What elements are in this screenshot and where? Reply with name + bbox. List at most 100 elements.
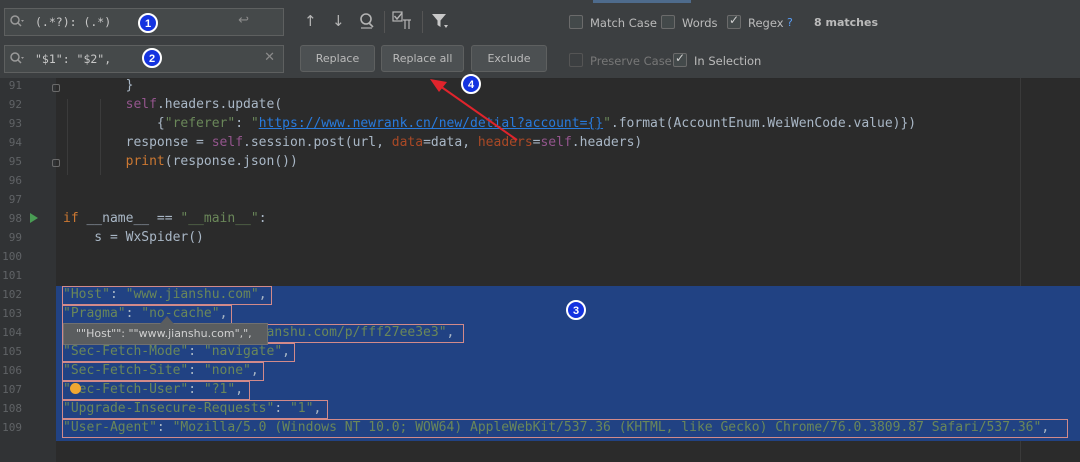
arrow-up-icon[interactable]: ↑ <box>304 13 317 29</box>
code-token: .session.post(url, <box>243 135 392 150</box>
line-number: 94 <box>8 136 22 149</box>
code-token: s = WxSpider() <box>63 230 204 245</box>
toolbar-separator <box>384 11 385 33</box>
replace-button[interactable]: Replace <box>300 45 375 72</box>
code-line[interactable]: 93 {"referer": "https://www.newrank.cn/n… <box>0 114 1080 133</box>
search-input[interactable]: (.*?): (.*) <box>35 15 111 29</box>
in-selection-label[interactable]: In Selection <box>694 54 761 68</box>
line-number: 104 <box>2 326 22 339</box>
clear-icon[interactable]: ✕ <box>264 50 275 65</box>
magnifier-history-icon[interactable] <box>9 14 25 30</box>
code-token: response = <box>63 135 212 150</box>
code-token: } <box>63 78 134 93</box>
code-token: self <box>211 135 244 150</box>
code-line[interactable]: 96 <box>0 171 1080 190</box>
line-number: 96 <box>8 174 22 187</box>
code-token: .format(AccountEnum.WeiWenCode.value)}) <box>610 116 917 131</box>
badge-3: 3 <box>566 300 586 320</box>
code-line[interactable]: 92 self.headers.update( <box>0 95 1080 114</box>
line-number: 98 <box>8 212 22 225</box>
match-box <box>62 362 264 381</box>
code-line[interactable]: 99 s = WxSpider() <box>0 228 1080 247</box>
code-token: print <box>125 154 165 169</box>
code-token: " <box>603 116 611 131</box>
find-all-icon[interactable] <box>358 12 376 30</box>
code-token: : <box>235 116 251 131</box>
code-token: data <box>391 135 424 150</box>
code-token: "__main__" <box>180 211 259 226</box>
line-number: 107 <box>2 383 22 396</box>
line-number: 101 <box>2 269 22 282</box>
code-line[interactable]: 94 response = self.session.post(url, dat… <box>0 133 1080 152</box>
match-case-label[interactable]: Match Case <box>590 16 657 30</box>
preserve-case-label[interactable]: Preserve Case <box>590 54 672 68</box>
code-text: if __name__ == "__main__": <box>63 209 267 228</box>
line-number: 105 <box>2 345 22 358</box>
select-occurrences-icon[interactable] <box>392 11 414 31</box>
preserve-case-checkbox[interactable] <box>569 53 583 67</box>
code-token: self <box>125 97 157 112</box>
regex-help-link[interactable]: ? <box>787 16 793 29</box>
code-line[interactable]: 100 <box>0 247 1080 266</box>
line-number: 91 <box>8 79 22 92</box>
tooltip-pointer <box>160 316 174 324</box>
replacement-preview-tooltip: ""Host"": ""www.jianshu.com",", <box>63 323 268 345</box>
badge-2: 2 <box>142 48 162 68</box>
code-token: =data, <box>423 135 478 150</box>
toolbar-separator <box>422 11 423 33</box>
newline-icon[interactable]: ↩ <box>238 13 249 28</box>
exclude-button[interactable]: Exclude <box>471 45 547 72</box>
line-number: 93 <box>8 117 22 130</box>
regex-label[interactable]: Regex <box>748 16 784 30</box>
code-line[interactable]: 97 <box>0 190 1080 209</box>
line-number: 99 <box>8 231 22 244</box>
code-token: { <box>63 116 165 131</box>
in-selection-checkbox[interactable] <box>673 51 687 67</box>
replace-all-button[interactable]: Replace all <box>381 45 464 72</box>
code-text: s = WxSpider() <box>63 228 204 247</box>
code-token: headers <box>477 135 533 150</box>
line-number: 103 <box>2 307 22 320</box>
code-token: .headers.update( <box>156 97 283 112</box>
words-label[interactable]: Words <box>682 16 718 30</box>
badge-4: 4 <box>461 74 481 94</box>
code-text: print(response.json()) <box>63 152 298 171</box>
code-token: self <box>540 135 572 150</box>
line-number: 95 <box>8 155 22 168</box>
replace-input[interactable]: "$1": "$2", <box>35 52 111 66</box>
code-line[interactable]: 98 if __name__ == "__main__": <box>0 209 1080 228</box>
code-text: {"referer": "https://www.newrank.cn/new/… <box>63 114 916 133</box>
code-text: } <box>63 76 134 95</box>
arrow-down-icon[interactable]: ↓ <box>332 13 345 29</box>
code-token: " <box>250 116 259 131</box>
code-line[interactable]: 91 } <box>0 76 1080 95</box>
line-number: 108 <box>2 402 22 415</box>
line-number: 106 <box>2 364 22 377</box>
code-token: "referer" <box>164 116 236 131</box>
regex-checkbox[interactable] <box>727 13 741 29</box>
filter-icon[interactable] <box>431 12 449 30</box>
code-line[interactable]: 101 <box>0 266 1080 285</box>
code-token: : <box>258 211 267 226</box>
match-box <box>62 381 250 400</box>
code-token: .headers) <box>571 135 643 150</box>
match-box <box>62 305 232 324</box>
code-text: response = self.session.post(url, data=d… <box>63 133 643 152</box>
code-line[interactable]: 95 print(response.json()) <box>0 152 1080 171</box>
line-number: 97 <box>8 193 22 206</box>
magnifier-history-icon[interactable] <box>9 51 25 67</box>
match-count: 8 matches <box>814 16 878 29</box>
match-box <box>62 343 295 362</box>
match-case-checkbox[interactable] <box>569 15 583 29</box>
match-box <box>62 400 328 419</box>
line-number: 102 <box>2 288 22 301</box>
bulb-icon[interactable] <box>70 383 81 394</box>
code-token: __name__ == <box>78 211 181 226</box>
find-replace-panel: (.*?): (.*) ↩ "$1": "$2", ✕ ↑ ↓ Replace … <box>0 0 1080 79</box>
words-checkbox[interactable] <box>661 15 675 29</box>
line-number: 100 <box>2 250 22 263</box>
line-number: 109 <box>2 421 22 434</box>
line-number: 92 <box>8 98 22 111</box>
